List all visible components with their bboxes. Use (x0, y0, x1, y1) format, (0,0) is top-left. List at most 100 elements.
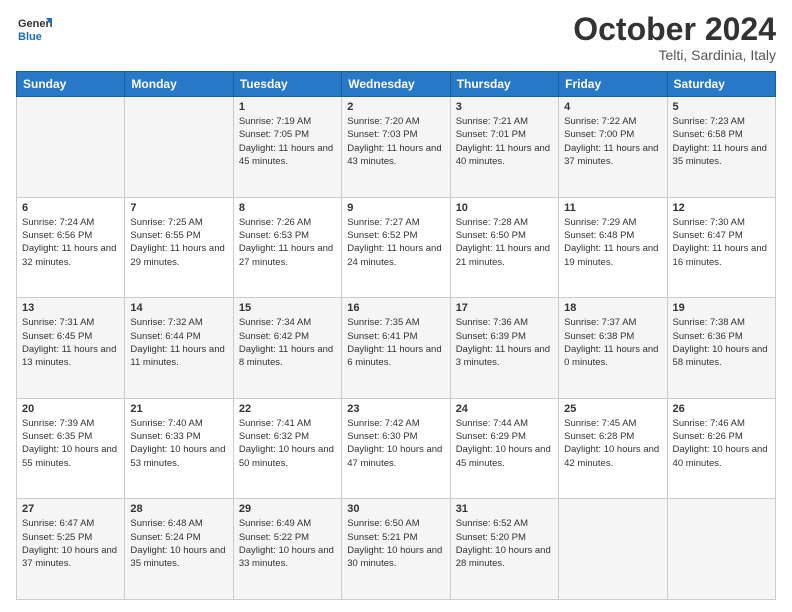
header-row: SundayMondayTuesdayWednesdayThursdayFrid… (17, 72, 776, 97)
calendar-cell: 17 Sunrise: 7:36 AM Sunset: 6:39 PM Dayli… (450, 298, 558, 399)
day-info: Sunrise: 7:38 AM Sunset: 6:36 PM Dayligh… (673, 316, 770, 369)
calendar-cell: 12Sunrise: 7:30 AM Sunset: 6:47 PM Dayli… (667, 197, 775, 298)
day-info: Sunrise: 7:40 AM Sunset: 6:33 PM Dayligh… (130, 417, 227, 470)
day-info: Sunrise: 7:41 AM Sunset: 6:32 PM Dayligh… (239, 417, 336, 470)
calendar-cell (559, 499, 667, 600)
calendar-cell: 8Sunrise: 7:26 AM Sunset: 6:53 PM Daylig… (233, 197, 341, 298)
day-info: Sunrise: 6:52 AM Sunset: 5:20 PM Dayligh… (456, 517, 553, 570)
calendar-table: SundayMondayTuesdayWednesdayThursdayFrid… (16, 71, 776, 600)
day-info: Sunrise: 7:21 AM Sunset: 7:01 PM Dayligh… (456, 115, 553, 168)
day-number: 17 (456, 302, 553, 314)
calendar-page: General Blue October 2024 Telti, Sardini… (0, 0, 792, 612)
calendar-cell: 19 Sunrise: 7:38 AM Sunset: 6:36 PM Dayli… (667, 298, 775, 399)
col-header-tuesday: Tuesday (233, 72, 341, 97)
day-info: Sunrise: 7:45 AM Sunset: 6:28 PM Dayligh… (564, 417, 661, 470)
day-number: 13 (22, 302, 119, 314)
day-number: 18 (564, 302, 661, 314)
day-number: 12 (673, 202, 770, 214)
calendar-cell: 26 Sunrise: 7:46 AM Sunset: 6:26 PM Dayli… (667, 398, 775, 499)
day-info: Sunrise: 7:42 AM Sunset: 6:30 PM Dayligh… (347, 417, 444, 470)
calendar-cell: 31 Sunrise: 6:52 AM Sunset: 5:20 PM Dayli… (450, 499, 558, 600)
week-row-2: 6 Sunrise: 7:24 AM Sunset: 6:56 PM Daylig… (17, 197, 776, 298)
header: General Blue October 2024 Telti, Sardini… (16, 12, 776, 63)
day-info: Sunrise: 7:19 AM Sunset: 7:05 PM Dayligh… (239, 115, 336, 168)
calendar-cell: 11 Sunrise: 7:29 AM Sunset: 6:48 PM Dayli… (559, 197, 667, 298)
calendar-cell: 14 Sunrise: 7:32 AM Sunset: 6:44 PM Dayli… (125, 298, 233, 399)
day-number: 30 (347, 503, 444, 515)
day-info: Sunrise: 7:46 AM Sunset: 6:26 PM Dayligh… (673, 417, 770, 470)
day-info: Sunrise: 7:27 AM Sunset: 6:52 PM Dayligh… (347, 216, 444, 269)
day-info: Sunrise: 6:50 AM Sunset: 5:21 PM Dayligh… (347, 517, 444, 570)
week-row-3: 13 Sunrise: 7:31 AM Sunset: 6:45 PM Dayli… (17, 298, 776, 399)
day-number: 11 (564, 202, 661, 214)
day-info: Sunrise: 7:36 AM Sunset: 6:39 PM Dayligh… (456, 316, 553, 369)
day-info: Sunrise: 7:34 AM Sunset: 6:42 PM Dayligh… (239, 316, 336, 369)
day-info: Sunrise: 7:20 AM Sunset: 7:03 PM Dayligh… (347, 115, 444, 168)
day-number: 2 (347, 101, 444, 113)
day-info: Sunrise: 7:24 AM Sunset: 6:56 PM Dayligh… (22, 216, 119, 269)
svg-text:Blue: Blue (18, 31, 42, 43)
col-header-saturday: Saturday (667, 72, 775, 97)
day-number: 3 (456, 101, 553, 113)
calendar-cell: 7Sunrise: 7:25 AM Sunset: 6:55 PM Daylig… (125, 197, 233, 298)
calendar-cell: 5 Sunrise: 7:23 AM Sunset: 6:58 PM Daylig… (667, 97, 775, 198)
col-header-monday: Monday (125, 72, 233, 97)
calendar-cell: 10Sunrise: 7:28 AM Sunset: 6:50 PM Dayli… (450, 197, 558, 298)
calendar-cell: 15 Sunrise: 7:34 AM Sunset: 6:42 PM Dayli… (233, 298, 341, 399)
calendar-cell: 18 Sunrise: 7:37 AM Sunset: 6:38 PM Dayli… (559, 298, 667, 399)
logo-svg: General Blue (16, 12, 52, 48)
day-number: 26 (673, 403, 770, 415)
day-number: 6 (22, 202, 119, 214)
calendar-cell: 16 Sunrise: 7:35 AM Sunset: 6:41 PM Dayli… (342, 298, 450, 399)
day-number: 9 (347, 202, 444, 214)
calendar-cell (17, 97, 125, 198)
calendar-cell: 24Sunrise: 7:44 AM Sunset: 6:29 PM Dayli… (450, 398, 558, 499)
day-number: 7 (130, 202, 227, 214)
day-number: 4 (564, 101, 661, 113)
day-info: Sunrise: 7:28 AM Sunset: 6:50 PM Dayligh… (456, 216, 553, 269)
location: Telti, Sardinia, Italy (573, 47, 776, 63)
week-row-5: 27 Sunrise: 6:47 AM Sunset: 5:25 PM Dayli… (17, 499, 776, 600)
day-info: Sunrise: 7:39 AM Sunset: 6:35 PM Dayligh… (22, 417, 119, 470)
calendar-cell: 9 Sunrise: 7:27 AM Sunset: 6:52 PM Daylig… (342, 197, 450, 298)
calendar-cell: 3 Sunrise: 7:21 AM Sunset: 7:01 PM Daylig… (450, 97, 558, 198)
day-number: 24 (456, 403, 553, 415)
week-row-4: 20Sunrise: 7:39 AM Sunset: 6:35 PM Dayli… (17, 398, 776, 499)
calendar-cell: 27 Sunrise: 6:47 AM Sunset: 5:25 PM Dayli… (17, 499, 125, 600)
calendar-cell: 6 Sunrise: 7:24 AM Sunset: 6:56 PM Daylig… (17, 197, 125, 298)
day-number: 14 (130, 302, 227, 314)
col-header-thursday: Thursday (450, 72, 558, 97)
calendar-cell: 22Sunrise: 7:41 AM Sunset: 6:32 PM Dayli… (233, 398, 341, 499)
day-info: Sunrise: 6:48 AM Sunset: 5:24 PM Dayligh… (130, 517, 227, 570)
day-number: 16 (347, 302, 444, 314)
day-number: 5 (673, 101, 770, 113)
day-info: Sunrise: 7:35 AM Sunset: 6:41 PM Dayligh… (347, 316, 444, 369)
calendar-cell (125, 97, 233, 198)
day-info: Sunrise: 7:37 AM Sunset: 6:38 PM Dayligh… (564, 316, 661, 369)
day-number: 19 (673, 302, 770, 314)
logo: General Blue (16, 12, 52, 48)
day-info: Sunrise: 7:31 AM Sunset: 6:45 PM Dayligh… (22, 316, 119, 369)
day-info: Sunrise: 7:23 AM Sunset: 6:58 PM Dayligh… (673, 115, 770, 168)
calendar-cell: 20Sunrise: 7:39 AM Sunset: 6:35 PM Dayli… (17, 398, 125, 499)
day-info: Sunrise: 7:29 AM Sunset: 6:48 PM Dayligh… (564, 216, 661, 269)
day-number: 8 (239, 202, 336, 214)
calendar-cell: 2 Sunrise: 7:20 AM Sunset: 7:03 PM Daylig… (342, 97, 450, 198)
calendar-cell: 1 Sunrise: 7:19 AM Sunset: 7:05 PM Daylig… (233, 97, 341, 198)
day-number: 21 (130, 403, 227, 415)
day-number: 31 (456, 503, 553, 515)
day-number: 15 (239, 302, 336, 314)
calendar-cell: 21 Sunrise: 7:40 AM Sunset: 6:33 PM Dayli… (125, 398, 233, 499)
calendar-cell: 13 Sunrise: 7:31 AM Sunset: 6:45 PM Dayli… (17, 298, 125, 399)
calendar-cell: 29Sunrise: 6:49 AM Sunset: 5:22 PM Dayli… (233, 499, 341, 600)
day-number: 29 (239, 503, 336, 515)
day-info: Sunrise: 7:22 AM Sunset: 7:00 PM Dayligh… (564, 115, 661, 168)
calendar-cell: 28Sunrise: 6:48 AM Sunset: 5:24 PM Dayli… (125, 499, 233, 600)
day-number: 27 (22, 503, 119, 515)
day-info: Sunrise: 6:47 AM Sunset: 5:25 PM Dayligh… (22, 517, 119, 570)
title-block: October 2024 Telti, Sardinia, Italy (573, 12, 776, 63)
day-number: 1 (239, 101, 336, 113)
day-info: Sunrise: 7:32 AM Sunset: 6:44 PM Dayligh… (130, 316, 227, 369)
calendar-cell: 25Sunrise: 7:45 AM Sunset: 6:28 PM Dayli… (559, 398, 667, 499)
col-header-friday: Friday (559, 72, 667, 97)
